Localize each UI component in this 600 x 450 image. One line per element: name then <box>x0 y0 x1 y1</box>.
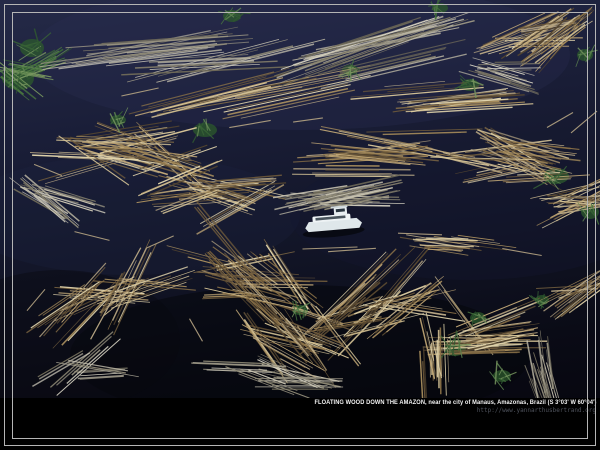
wallpaper: FLOATING WOOD DOWN THE AMAZON, near the … <box>0 0 600 450</box>
photo-scene <box>0 0 600 398</box>
photo-caption: FLOATING WOOD DOWN THE AMAZON, near the … <box>315 399 597 406</box>
amazon-aerial-photo <box>0 0 600 398</box>
photographer-url: http://www.yannarthusbertrand.org <box>477 407 596 414</box>
caption-bar: FLOATING WOOD DOWN THE AMAZON, near the … <box>0 398 600 450</box>
